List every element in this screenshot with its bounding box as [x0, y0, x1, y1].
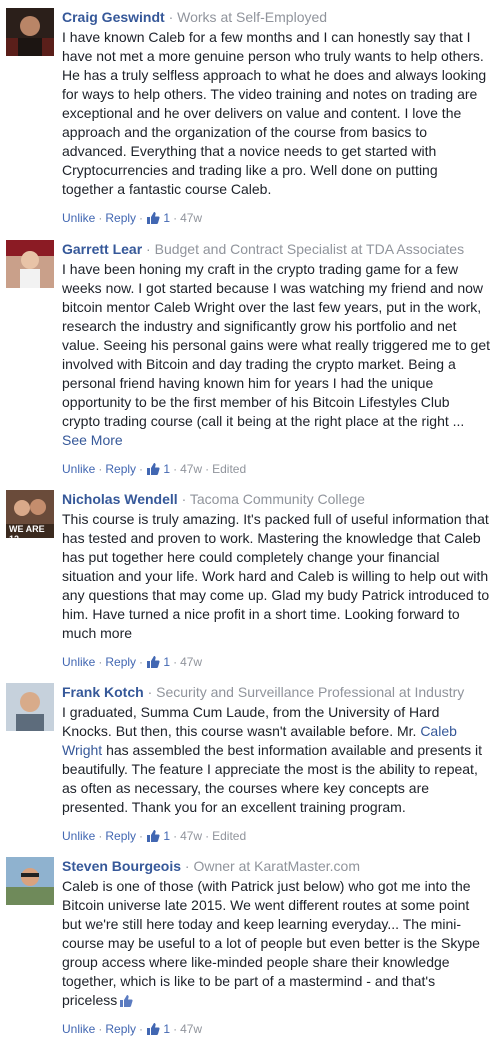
separator-dot: · [98, 211, 103, 225]
separator-dot: · [173, 1022, 178, 1036]
reply-link[interactable]: Reply [105, 211, 136, 225]
like-count[interactable]: 1 [163, 211, 170, 225]
unlike-link[interactable]: Unlike [62, 211, 95, 225]
separator-dot: · [139, 211, 144, 225]
author-name[interactable]: Craig Geswindt [62, 9, 165, 25]
comment-text-body: Caleb is one of those (with Patrick just… [62, 878, 480, 1008]
timestamp[interactable]: 47w [180, 211, 202, 225]
comment-text: I graduated, Summa Cum Laude, from the U… [62, 703, 491, 817]
author-subtitle: Tacoma Community College [189, 491, 365, 507]
comment-text: I have been honing my craft in the crypt… [62, 260, 491, 450]
thumbs-up-icon[interactable] [146, 462, 160, 476]
author-subtitle: Security and Surveillance Professional a… [156, 684, 465, 700]
comment-header: Craig Geswindt · Works at Self-Employed [62, 8, 491, 26]
separator-dot: · [139, 829, 144, 843]
comment-actions: Unlike · Reply · 1 · 47w [62, 1021, 202, 1037]
timestamp[interactable]: 47w [180, 829, 202, 843]
comment-header: Frank Kotch · Security and Surveillance … [62, 683, 491, 701]
separator-dot: · [139, 655, 144, 669]
comment-header: Steven Bourgeois · Owner at KaratMaster.… [62, 857, 491, 875]
separator-dot: · [173, 211, 178, 225]
like-count[interactable]: 1 [163, 655, 170, 669]
timestamp[interactable]: 47w [180, 655, 202, 669]
timestamp[interactable]: 47w [180, 1022, 202, 1036]
comment-text-body: I have been honing my craft in the crypt… [62, 261, 491, 429]
avatar[interactable] [6, 240, 54, 288]
thumbs-up-icon[interactable] [146, 1022, 160, 1036]
edited-label[interactable]: Edited [212, 829, 246, 843]
reply-link[interactable]: Reply [105, 462, 136, 476]
comment-header: Nicholas Wendell · Tacoma Community Coll… [62, 490, 491, 508]
separator-dot: · [205, 829, 210, 843]
thumbs-up-icon[interactable] [146, 655, 160, 669]
comment-actions: Unlike · Reply · 1 · 47w [62, 654, 202, 670]
avatar[interactable] [6, 683, 54, 731]
separator-dot: · [168, 9, 174, 25]
comment-actions: Unlike · Reply · 1 · 47w · Edited [62, 828, 246, 844]
comment-actions: Unlike · Reply · 1 · 47w [62, 210, 202, 226]
like-count[interactable]: 1 [163, 462, 170, 476]
separator-dot: · [98, 655, 103, 669]
separator-dot: · [139, 462, 144, 476]
reply-link[interactable]: Reply [105, 829, 136, 843]
like-count[interactable]: 1 [163, 829, 170, 843]
comment-text-before: I graduated, Summa Cum Laude, from the U… [62, 704, 440, 739]
reply-link[interactable]: Reply [105, 1022, 136, 1036]
separator-dot: · [173, 462, 178, 476]
comment-actions: Unlike · Reply · 1 · 47w · Edited [62, 461, 246, 477]
avatar-caption: WE ARE 12 [9, 524, 45, 538]
thumbs-up-emoji-icon [119, 994, 133, 1008]
thumbs-up-icon[interactable] [146, 211, 160, 225]
edited-label[interactable]: Edited [212, 462, 246, 476]
separator-dot: · [98, 462, 103, 476]
see-more-link[interactable]: See More [62, 432, 123, 448]
author-name[interactable]: Nicholas Wendell [62, 491, 178, 507]
separator-dot: · [98, 1022, 103, 1036]
thumbs-up-icon[interactable] [146, 829, 160, 843]
separator-dot: · [173, 655, 178, 669]
avatar[interactable] [6, 8, 54, 56]
author-name[interactable]: Garrett Lear [62, 241, 142, 257]
separator-dot: · [173, 829, 178, 843]
comment-text: I have known Caleb for a few months and … [62, 29, 487, 197]
separator-dot: · [184, 858, 190, 874]
separator-dot: · [146, 241, 151, 257]
separator-dot: · [205, 462, 210, 476]
comment-text: Caleb is one of those (with Patrick just… [62, 877, 491, 1010]
unlike-link[interactable]: Unlike [62, 655, 95, 669]
separator-dot: · [181, 491, 187, 507]
author-subtitle: Owner at KaratMaster.com [193, 858, 360, 874]
reply-link[interactable]: Reply [105, 655, 136, 669]
author-name[interactable]: Steven Bourgeois [62, 858, 181, 874]
comment-text: This course is truly amazing. It's packe… [62, 511, 490, 641]
author-subtitle: Works at Self-Employed [177, 9, 328, 25]
unlike-link[interactable]: Unlike [62, 462, 95, 476]
like-count[interactable]: 1 [163, 1022, 170, 1036]
comment-header: Garrett Lear · Budget and Contract Speci… [62, 240, 491, 258]
comment-text-after: has assembled the best information avail… [62, 742, 482, 815]
separator-dot: · [147, 684, 153, 700]
timestamp[interactable]: 47w [180, 462, 202, 476]
unlike-link[interactable]: Unlike [62, 1022, 95, 1036]
avatar[interactable]: WE ARE 12 [6, 490, 54, 538]
unlike-link[interactable]: Unlike [62, 829, 95, 843]
separator-dot: · [139, 1022, 144, 1036]
avatar[interactable] [6, 857, 54, 905]
author-subtitle: Budget and Contract Specialist at TDA As… [154, 241, 465, 257]
separator-dot: · [98, 829, 103, 843]
author-name[interactable]: Frank Kotch [62, 684, 144, 700]
